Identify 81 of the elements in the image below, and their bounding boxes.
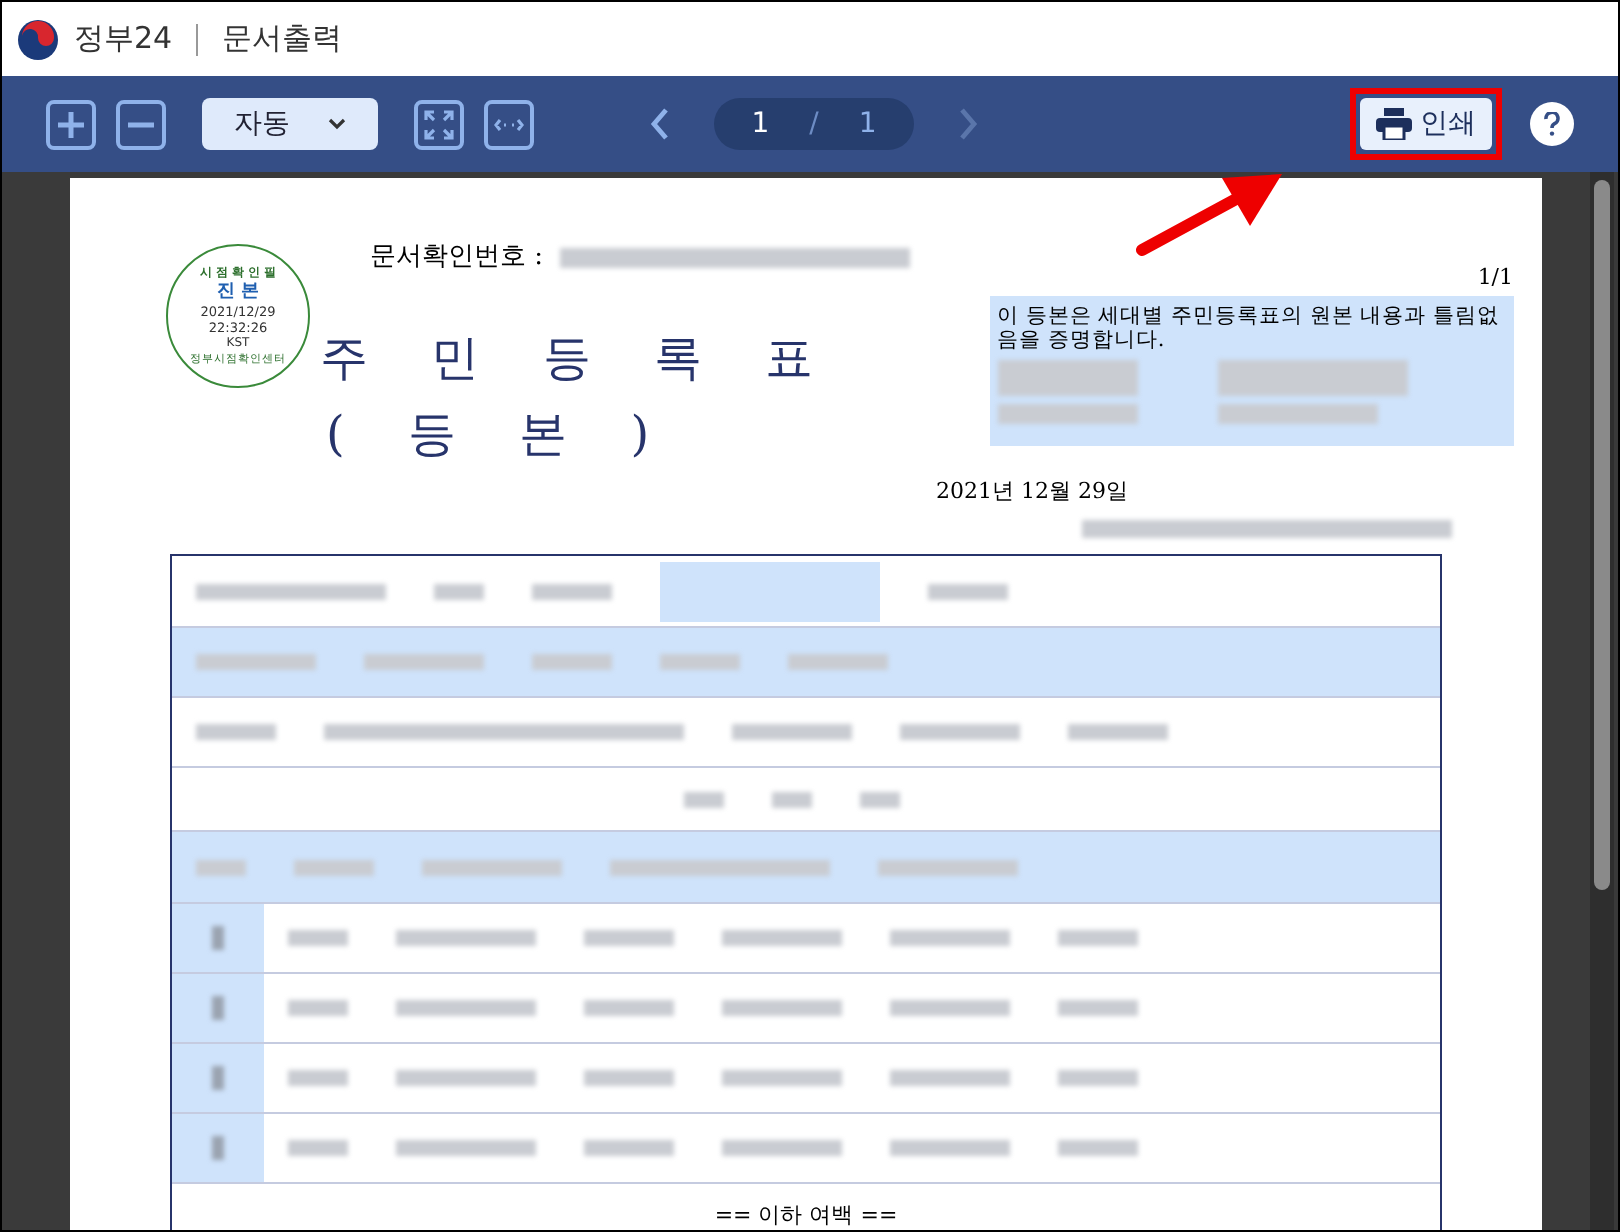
blurred-text xyxy=(532,583,612,599)
blurred-text xyxy=(997,359,1138,395)
blurred-text xyxy=(1058,1070,1138,1086)
page-number: 1/1 xyxy=(1477,262,1514,294)
printer-icon xyxy=(1376,108,1412,140)
blurred-text xyxy=(1058,930,1138,946)
blurred-text xyxy=(878,859,1018,875)
blurred-text xyxy=(584,1140,674,1156)
zoom-out-button[interactable] xyxy=(116,99,166,149)
blurred-text xyxy=(196,859,246,875)
blurred-text xyxy=(890,1000,1010,1016)
scrollbar-thumb[interactable] xyxy=(1594,180,1610,890)
document-subtitle: ( 등 본 ) xyxy=(326,403,676,465)
blurred-text xyxy=(532,654,612,670)
document-title: 주 민 등 록 표 xyxy=(320,327,840,389)
stamp-mark: 진 본 xyxy=(216,281,260,303)
blurred-text xyxy=(434,583,484,599)
blurred-text xyxy=(396,1140,536,1156)
blurred-text xyxy=(890,1140,1010,1156)
blurred-text xyxy=(788,654,888,670)
blurred-text xyxy=(584,1070,674,1086)
blurred-text xyxy=(396,1000,536,1016)
blurred-text xyxy=(288,1070,348,1086)
blurred-text xyxy=(997,403,1138,423)
blurred-text xyxy=(890,1070,1010,1086)
blurred-text xyxy=(364,654,484,670)
blurred-text xyxy=(212,1066,224,1090)
taegeuk-logo-icon xyxy=(18,19,58,59)
blurred-text xyxy=(660,654,740,670)
blurred-text xyxy=(422,859,562,875)
blurred-text xyxy=(684,791,724,807)
blurred-text xyxy=(288,1000,348,1016)
help-button[interactable] xyxy=(1530,102,1574,146)
fit-width-button[interactable] xyxy=(484,99,534,149)
print-button[interactable]: 인쇄 xyxy=(1360,98,1492,150)
issue-date: 2021년 12월 29일 xyxy=(936,475,1130,507)
plus-icon xyxy=(58,111,84,137)
zoom-dropdown[interactable]: 자동 xyxy=(202,98,378,150)
blurred-text xyxy=(294,859,374,875)
blurred-text xyxy=(1058,1000,1138,1016)
blurred-text xyxy=(732,724,852,740)
blurred-text xyxy=(722,1140,842,1156)
page-separator: / xyxy=(809,105,819,143)
blurred-text xyxy=(212,926,224,950)
chevron-left-icon xyxy=(650,108,670,140)
document-number-label: 문서확인번호 : xyxy=(370,240,544,276)
blurred-text xyxy=(928,583,1008,599)
blurred-text xyxy=(890,930,1010,946)
blurred-text xyxy=(288,1140,348,1156)
blurred-text xyxy=(396,930,536,946)
blurred-text xyxy=(584,1000,674,1016)
current-page: 1 xyxy=(751,105,770,143)
fit-page-button[interactable] xyxy=(414,99,464,149)
expand-icon xyxy=(424,109,454,139)
blurred-text xyxy=(722,930,842,946)
window-title: 문서출력 xyxy=(222,18,343,61)
app-name: 정부24 xyxy=(74,18,173,61)
blurred-text xyxy=(722,1000,842,1016)
blurred-text xyxy=(1068,724,1168,740)
blurred-text xyxy=(860,791,900,807)
blurred-text xyxy=(196,724,276,740)
certification-text: 이 등본은 세대별 주민등록표의 원본 내용과 틀림없음을 증명합니다. xyxy=(997,303,1502,351)
blurred-text xyxy=(212,1136,224,1160)
table-end-note: == 이하 여백 == xyxy=(714,1200,898,1230)
blurred-text xyxy=(288,930,348,946)
zoom-in-button[interactable] xyxy=(46,99,96,149)
horizontal-arrows-icon xyxy=(494,117,524,131)
blurred-text xyxy=(196,654,316,670)
blurred-text xyxy=(722,1070,842,1086)
chevron-right-icon xyxy=(958,108,978,140)
chevron-down-icon xyxy=(328,118,346,130)
total-pages: 1 xyxy=(858,105,877,143)
blurred-text xyxy=(212,996,224,1020)
minus-icon xyxy=(128,121,154,127)
previous-page-button[interactable] xyxy=(646,104,674,144)
blurred-text xyxy=(584,930,674,946)
blurred-text xyxy=(1058,1140,1138,1156)
blurred-text xyxy=(772,791,812,807)
blurred-text xyxy=(900,724,1020,740)
question-mark-icon xyxy=(1544,112,1560,136)
blurred-text xyxy=(396,1070,536,1086)
